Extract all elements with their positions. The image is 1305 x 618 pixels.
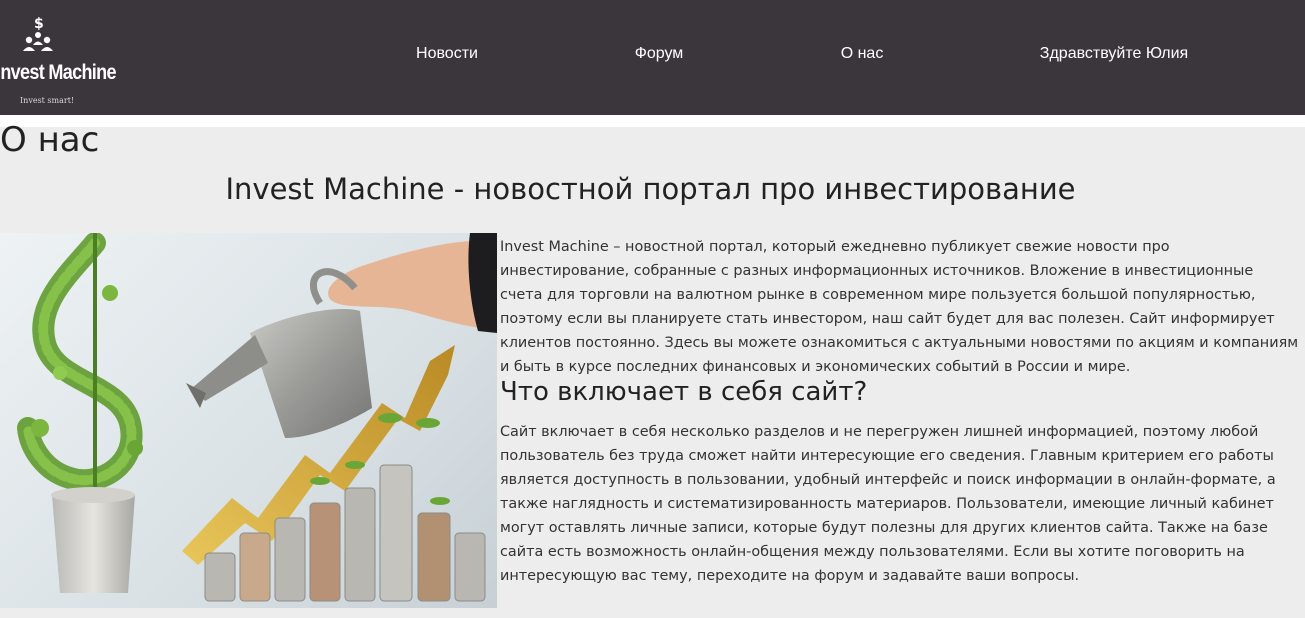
dollar-plant <box>17 233 143 503</box>
nav-user-greeting[interactable]: Здравствуйте Юлия <box>1040 45 1188 63</box>
nav-forum[interactable]: Форум <box>635 45 684 63</box>
investment-growth-illustration <box>17 233 497 602</box>
plant-pot <box>52 495 135 593</box>
site-logo[interactable]: $ Invest Machine Invest smart! <box>0 14 117 110</box>
page-subtitle: Invest Machine - новостной портал про ин… <box>225 172 1076 206</box>
svg-text:$: $ <box>34 16 44 32</box>
nav-news[interactable]: Новости <box>416 45 478 63</box>
header-divider <box>0 115 1305 127</box>
logo-wordmark: Invest Machine <box>0 61 117 84</box>
nav-about[interactable]: О нас <box>841 45 884 63</box>
section-body-text: Сайт включает в себя несколько разделов … <box>500 424 1276 584</box>
investors-logo-icon: $ <box>23 16 53 51</box>
site-header: $ Invest Machine Invest smart! Новости Ф… <box>0 0 1305 115</box>
hero-image <box>0 233 497 608</box>
about-intro-text: Invest Machine – новостной портал, котор… <box>500 239 1299 375</box>
page-title: О нас <box>0 120 100 160</box>
section-heading: Что включает в себя сайт? <box>500 377 868 407</box>
logo-tagline: Invest smart! <box>20 96 75 105</box>
